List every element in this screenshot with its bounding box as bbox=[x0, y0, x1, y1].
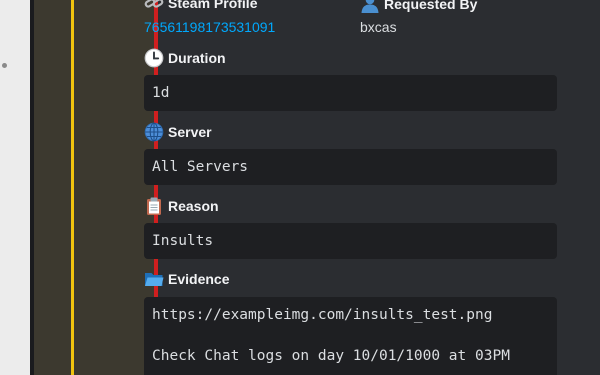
bullet-dot bbox=[2, 63, 7, 68]
evidence-line: https://exampleimg.com/insults_test.png bbox=[152, 307, 493, 323]
evidence-blank-line bbox=[152, 325, 557, 347]
field-reason-title: Reason bbox=[144, 196, 219, 216]
field-requested-by-label: Requested By bbox=[384, 0, 478, 12]
evidence-code-block: https://exampleimg.com/insults_test.png … bbox=[144, 297, 557, 375]
field-requested-by-title: Requested By bbox=[360, 0, 477, 13]
link-icon bbox=[144, 0, 164, 11]
mention-highlight-bar bbox=[71, 0, 74, 375]
field-server-label: Server bbox=[168, 124, 212, 140]
field-steam-profile-title: Steam Profile bbox=[144, 0, 257, 11]
reason-value: Insults bbox=[152, 233, 214, 249]
folder-icon bbox=[144, 270, 164, 288]
globe-icon bbox=[144, 122, 164, 142]
field-steam-profile-label: Steam Profile bbox=[168, 0, 258, 11]
server-code-block: All Servers bbox=[144, 149, 557, 185]
chat-area-border bbox=[30, 0, 34, 375]
server-value: All Servers bbox=[152, 159, 249, 175]
field-evidence-label: Evidence bbox=[168, 271, 230, 287]
clock-icon bbox=[144, 48, 164, 68]
field-evidence-title: Evidence bbox=[144, 270, 229, 288]
duration-value: 1d bbox=[152, 85, 170, 101]
screenshot-stage: Steam Profile 76561198173531091 Requeste… bbox=[0, 0, 600, 375]
reason-code-block: Insults bbox=[144, 223, 557, 259]
steam-profile-link[interactable]: 76561198173531091 bbox=[144, 19, 275, 35]
field-server-title: Server bbox=[144, 122, 212, 142]
evidence-line: Check Chat logs on day 10/01/1000 at 03P… bbox=[152, 348, 510, 364]
field-reason-label: Reason bbox=[168, 198, 219, 214]
requested-by-value: bxcas bbox=[360, 19, 397, 35]
field-duration-title: Duration bbox=[144, 48, 226, 68]
duration-code-block: 1d bbox=[144, 75, 557, 111]
clipboard-icon bbox=[144, 196, 164, 216]
user-silhouette-icon bbox=[360, 0, 380, 13]
field-duration-label: Duration bbox=[168, 50, 226, 66]
